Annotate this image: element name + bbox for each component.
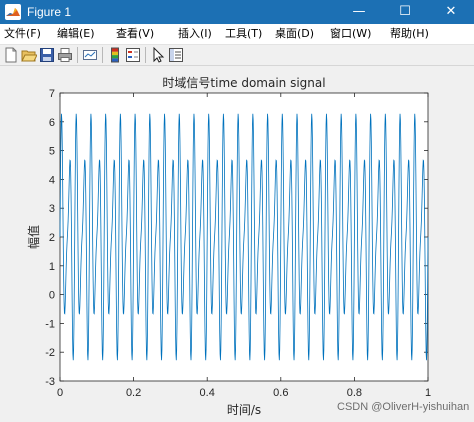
matlab-figure-icon: [5, 4, 21, 20]
y-tick-label: 2: [49, 232, 55, 244]
toolbar-separator: [145, 47, 146, 63]
x-axis-label: 时间/s: [227, 403, 261, 417]
insert-legend-icon[interactable]: [125, 47, 141, 63]
toolbar-separator: [77, 47, 78, 63]
save-icon[interactable]: [39, 47, 55, 63]
toolbar-separator: [102, 47, 103, 63]
y-tick-label: 5: [49, 146, 55, 158]
new-figure-icon[interactable]: [3, 47, 19, 63]
y-tick-label: -3: [45, 376, 55, 388]
link-plot-icon[interactable]: [82, 47, 98, 63]
menu-file[interactable]: 文件(F): [4, 24, 41, 44]
menu-tools[interactable]: 工具(T): [225, 24, 262, 44]
property-inspector-icon[interactable]: [168, 47, 184, 63]
watermark: CSDN @OliverH-yishuihan: [337, 401, 470, 413]
edit-plot-icon[interactable]: [150, 46, 166, 63]
menu-edit[interactable]: 编辑(E): [57, 24, 95, 44]
maximize-button[interactable]: ☐: [382, 0, 428, 24]
open-file-icon[interactable]: [21, 47, 38, 63]
menu-bar: 文件(F) 编辑(E) 查看(V) 插入(I) 工具(T) 桌面(D) 窗口(W…: [0, 24, 474, 45]
menu-desktop[interactable]: 桌面(D): [275, 24, 314, 44]
x-tick-label: 0.4: [200, 387, 215, 399]
x-tick-label: 0.8: [347, 387, 362, 399]
menu-view[interactable]: 查看(V): [116, 24, 154, 44]
x-tick-label: 0: [57, 387, 63, 399]
y-tick-label: 1: [49, 261, 55, 273]
x-tick-label: 0.2: [126, 387, 141, 399]
minimize-button[interactable]: —: [336, 0, 382, 24]
y-axis-label: 幅值: [26, 225, 41, 249]
y-tick-label: 4: [49, 174, 55, 186]
window-title: Figure 1: [27, 5, 72, 19]
x-tick-label: 1: [425, 387, 431, 399]
menu-insert[interactable]: 插入(I): [178, 24, 212, 44]
menu-window[interactable]: 窗口(W): [330, 24, 371, 44]
insert-colorbar-icon[interactable]: [107, 47, 123, 63]
y-tick-label: 3: [49, 203, 55, 215]
figure-canvas: 时域信号time domain signal 时间/s 幅值 0 0.2 0.4 0.…: [0, 66, 474, 422]
print-icon[interactable]: [57, 47, 73, 63]
y-tick-label: 0: [49, 290, 55, 302]
y-tick-label: -2: [45, 347, 55, 359]
y-tick-label: 7: [49, 88, 55, 100]
x-tick-label: 0.6: [273, 387, 288, 399]
y-tick-label: 6: [49, 117, 55, 129]
chart[interactable]: 时域信号time domain signal 时间/s 幅值 0 0.2 0.4 0.…: [0, 66, 474, 422]
close-button[interactable]: ✕: [428, 0, 474, 24]
figure-toolbar: [0, 45, 474, 66]
chart-title: 时域信号time domain signal: [162, 76, 325, 90]
title-bar[interactable]: Figure 1 — ☐ ✕: [0, 0, 474, 24]
menu-help[interactable]: 帮助(H): [390, 24, 429, 44]
y-tick-label: -1: [45, 318, 55, 330]
